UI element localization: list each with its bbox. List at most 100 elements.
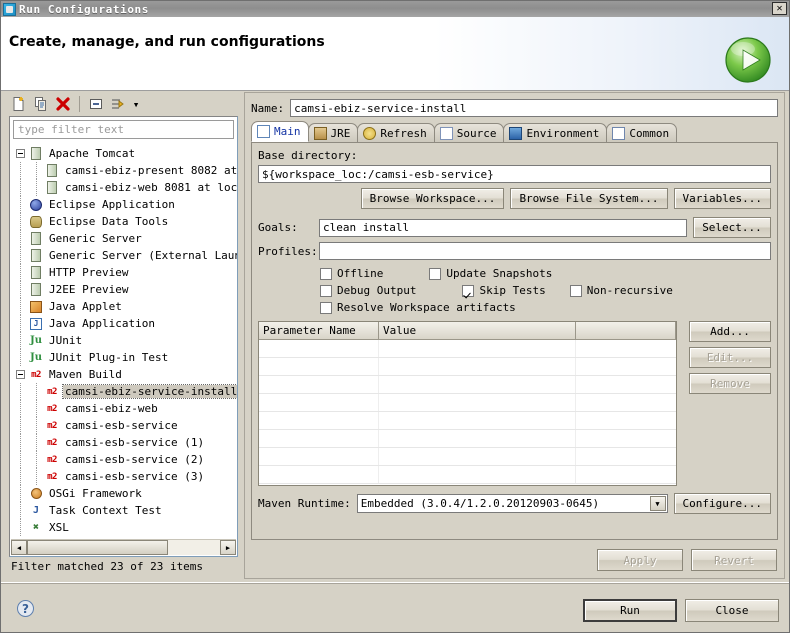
tree-item[interactable]: Generic Server (External Launch — [10, 247, 237, 264]
m2-icon: m2 — [47, 437, 57, 448]
apply-revert-buttons: Apply Revert — [597, 549, 777, 571]
chevron-down-icon[interactable]: ▼ — [649, 496, 666, 511]
table-row[interactable] — [259, 448, 676, 466]
java-applet-icon — [28, 299, 44, 315]
tree-item[interactable]: m2 camsi-esb-service (2) — [10, 451, 237, 468]
configure-maven-runtime-button[interactable]: Configure... — [673, 493, 771, 514]
browse-workspace-button[interactable]: Browse Workspace... — [360, 188, 505, 209]
tab-main[interactable]: Main — [251, 121, 309, 142]
tree-item[interactable]: camsi-ebiz-web 8081 at locs — [10, 179, 237, 196]
table-row[interactable] — [259, 466, 676, 484]
close-icon[interactable]: ✕ — [772, 2, 787, 15]
tree-item[interactable]: Java Applet — [10, 298, 237, 315]
tree-item[interactable]: HTTP Preview — [10, 264, 237, 281]
tree-indent — [12, 349, 28, 366]
tree-item[interactable]: J Task Context Test — [10, 502, 237, 519]
scroll-left-icon[interactable]: ◀ — [11, 540, 27, 555]
tree-item[interactable]: OSGi Framework — [10, 485, 237, 502]
red-x-delete-icon[interactable] — [53, 94, 73, 114]
base-directory-input[interactable]: ${workspace_loc:/camsi-esb-service} — [258, 165, 771, 183]
scrollbar-track[interactable] — [27, 540, 220, 555]
tree-item[interactable]: m2 camsi-esb-service (1) — [10, 434, 237, 451]
run-button[interactable]: Run — [583, 599, 677, 622]
column-header-value[interactable]: Value — [379, 322, 576, 340]
tree-item[interactable]: Ju JUnit — [10, 332, 237, 349]
copy-icon[interactable] — [31, 94, 51, 114]
new-document-icon[interactable] — [9, 94, 29, 114]
tree-indent — [12, 298, 28, 315]
tab-refresh[interactable]: Refresh — [357, 123, 435, 142]
offline-checkbox[interactable]: Offline — [320, 267, 383, 280]
tab-label: Environment — [526, 126, 600, 140]
collapse-all-icon[interactable] — [86, 94, 106, 114]
tree-indent — [12, 485, 28, 502]
tab-common[interactable]: Common — [606, 123, 678, 142]
column-header-parameter-name[interactable]: Parameter Name — [259, 322, 379, 340]
server-icon — [28, 265, 44, 281]
resolve-workspace-artifacts-checkbox-box[interactable] — [320, 301, 332, 314]
parameters-table[interactable]: Parameter Name Value — [258, 321, 677, 486]
debug-output-checkbox-box[interactable] — [320, 284, 332, 297]
tree-item[interactable]: Eclipse Data Tools — [10, 213, 237, 230]
tree-item-label: Java Application — [49, 317, 155, 330]
name-input[interactable]: camsi-ebiz-service-install — [290, 99, 778, 117]
skip-tests-checkbox-box[interactable] — [462, 284, 475, 297]
tree-item[interactable]: camsi-ebiz-present 8082 at — [10, 162, 237, 179]
browse-file-system-button[interactable]: Browse File System... — [510, 188, 668, 209]
tree-item[interactable]: m2 camsi-esb-service — [10, 417, 237, 434]
maven-runtime-select[interactable]: Embedded (3.0.4/1.2.0.20120903-0645) ▼ — [356, 494, 668, 513]
table-row[interactable] — [259, 376, 676, 394]
tree-item[interactable]: J Java Application — [10, 315, 237, 332]
tab-jre[interactable]: JRE — [307, 123, 359, 142]
non-recursive-checkbox[interactable]: Non-recursive — [569, 284, 673, 297]
table-row[interactable] — [259, 412, 676, 430]
goals-input[interactable]: clean install — [319, 218, 687, 237]
select-goals-button[interactable]: Select... — [693, 217, 771, 238]
goals-row: Goals: clean install Select... — [258, 217, 771, 238]
tree-item[interactable]: Generic Server — [10, 230, 237, 247]
tree-horizontal-scrollbar[interactable]: ◀ ▶ — [11, 539, 236, 555]
tree-item[interactable]: m2 camsi-ebiz-service-install — [10, 383, 237, 400]
parameters-section: Parameter Name Value Add... Edit... Remo… — [258, 321, 771, 486]
table-row[interactable] — [259, 340, 676, 358]
non-recursive-checkbox-box[interactable] — [569, 284, 582, 297]
close-button[interactable]: Close — [685, 599, 779, 622]
table-row[interactable] — [259, 430, 676, 448]
resolve-workspace-artifacts-checkbox[interactable]: Resolve Workspace artifacts — [320, 301, 516, 314]
filter-input[interactable]: type filter text — [13, 120, 234, 139]
tree-indent — [12, 213, 28, 230]
variables-button[interactable]: Variables... — [673, 188, 771, 209]
tab-source[interactable]: Source — [433, 123, 505, 142]
tab-environment[interactable]: Environment — [503, 123, 608, 142]
profiles-input[interactable] — [319, 242, 771, 260]
tree-item[interactable]: ✖ XSL — [10, 519, 237, 536]
tab-label: Source — [456, 126, 497, 140]
tree-item[interactable]: Ju JUnit Plug-in Test — [10, 349, 237, 366]
configurations-tree[interactable]: Apache Tomcat camsi-ebiz-present 8082 at c… — [10, 143, 237, 538]
tree-item[interactable]: J2EE Preview — [10, 281, 237, 298]
chevron-down-icon[interactable]: ▾ — [130, 94, 142, 114]
debug-output-checkbox[interactable]: Debug Output — [320, 284, 416, 297]
tree-expander-icon[interactable] — [12, 366, 28, 383]
update-snapshots-checkbox-box[interactable] — [429, 267, 442, 280]
add-parameter-button[interactable]: Add... — [689, 321, 771, 342]
offline-checkbox-box[interactable] — [320, 267, 332, 280]
column-header-extra[interactable] — [576, 322, 676, 340]
table-row[interactable] — [259, 394, 676, 412]
filter-arrows-icon[interactable] — [108, 94, 128, 114]
scrollbar-thumb[interactable] — [27, 540, 168, 555]
scroll-right-icon[interactable]: ▶ — [220, 540, 236, 555]
tree-item[interactable]: m2 camsi-ebiz-web — [10, 400, 237, 417]
tree-expander-icon[interactable] — [12, 145, 28, 162]
profiles-row: Profiles: — [258, 242, 771, 260]
tree-item[interactable]: m2 Maven Build — [10, 366, 237, 383]
tree-indent — [12, 502, 28, 519]
table-row[interactable] — [259, 358, 676, 376]
update-snapshots-checkbox[interactable]: Update Snapshots — [429, 267, 552, 280]
edit-parameter-button: Edit... — [689, 347, 771, 368]
tree-item[interactable]: m2 camsi-esb-service (3) — [10, 468, 237, 485]
tree-item[interactable]: Apache Tomcat — [10, 145, 237, 162]
help-icon[interactable]: ? — [17, 600, 34, 617]
tree-item[interactable]: Eclipse Application — [10, 196, 237, 213]
skip-tests-checkbox[interactable]: Skip Tests — [462, 284, 546, 297]
